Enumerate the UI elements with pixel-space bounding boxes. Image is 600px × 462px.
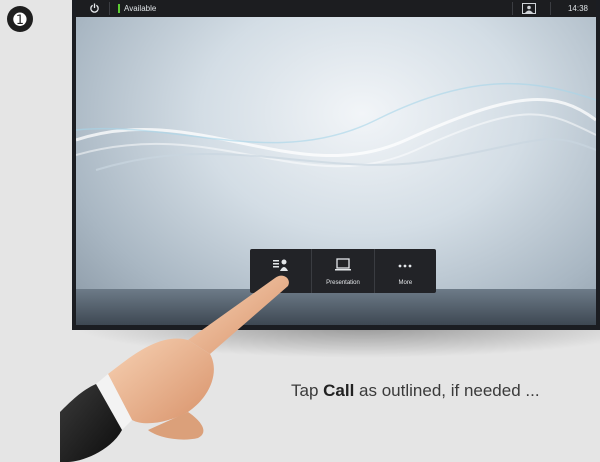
wave-wallpaper [76, 82, 596, 171]
status-divider [550, 2, 551, 15]
more-button-label: More [398, 280, 413, 286]
instruction-text: Tap Call as outlined, if needed ... [291, 378, 571, 404]
presentation-button-label: Presentation [326, 280, 360, 286]
step-number-badge: ➊ [7, 6, 33, 32]
instruction-prefix: Tap [291, 381, 324, 400]
more-button[interactable]: More [373, 249, 436, 293]
status-divider [512, 2, 513, 15]
availability-status[interactable]: Available [124, 4, 156, 13]
more-icon [398, 264, 412, 268]
clock: 14:38 [567, 4, 588, 13]
power-icon[interactable] [89, 3, 100, 14]
instruction-suffix: as outlined, if needed ... [354, 381, 540, 400]
presentation-icon [334, 258, 351, 271]
availability-indicator [118, 4, 120, 13]
instruction-call-keyword: Call [323, 381, 355, 400]
presentation-button[interactable]: Presentation [311, 249, 373, 293]
status-divider [109, 2, 110, 15]
status-bar: Available 14:38 [76, 0, 596, 17]
selfview-icon[interactable] [522, 3, 536, 14]
pointing-hand-illustration [60, 275, 289, 462]
